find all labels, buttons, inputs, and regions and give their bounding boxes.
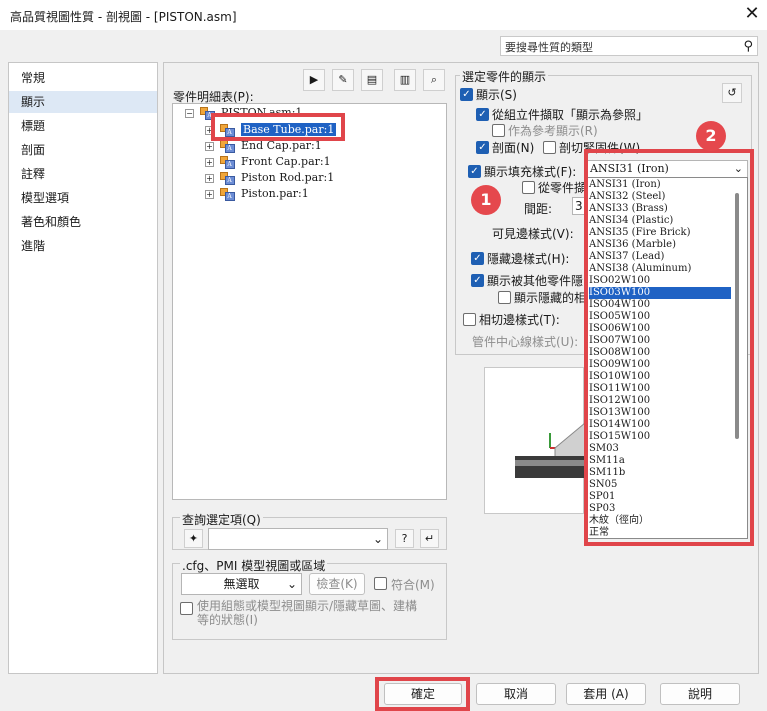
highlight-box-dropdown	[584, 149, 754, 546]
highlight-box-ok	[375, 677, 470, 711]
run-query-icon[interactable]: ↵	[420, 529, 439, 548]
chevron-down-icon: ⌄	[286, 577, 297, 591]
nav-item-general[interactable]: 常規	[21, 69, 45, 86]
state-label: 使用組態或模型視圖顯示/隱藏草圖、建構等的狀態(I)	[197, 599, 418, 627]
tree-row-part[interactable]: + A Front Cap.par:1	[205, 155, 331, 171]
nav-item-section[interactable]: 剖面	[21, 141, 45, 158]
tree-row-part[interactable]: + A Piston.par:1	[205, 187, 309, 203]
nav-item-display[interactable]: 顯示	[9, 91, 157, 113]
show-label: 顯示(S)	[476, 88, 517, 102]
check-button[interactable]: 檢查(K)	[309, 573, 365, 595]
part-icon: A	[219, 155, 236, 169]
match-label: 符合(M)	[391, 578, 435, 592]
tree-part-label: Piston.par:1	[241, 187, 309, 200]
section-label: 剖面(N)	[492, 141, 535, 155]
part-preview-image	[515, 421, 586, 478]
preview-pane	[484, 367, 586, 514]
show-checkbox[interactable]: ✓	[460, 87, 473, 101]
spacing-value: 3	[575, 199, 583, 213]
part-icon: A	[219, 139, 236, 153]
hidden-by-others-label: 顯示被其他零件隱	[487, 274, 584, 288]
add-query-icon[interactable]: ✦	[184, 529, 203, 548]
category-nav: 常規 顯示 標題 剖面 註釋 模型選項 著色和顏色 進階	[8, 62, 158, 674]
reset-icon[interactable]: ↺	[722, 83, 742, 103]
properties-icon[interactable]: ▤	[361, 69, 383, 91]
parts-tree[interactable]: − A PISTON.asm:1 + A Base Tube.par:1 + A…	[172, 103, 447, 500]
property-search-input[interactable]: 要搜尋性質的類型 ⚲	[500, 36, 758, 56]
hidden-edge-checkbox[interactable]: ✓	[471, 251, 484, 265]
visible-edge-label: 可見邊樣式(V):	[492, 227, 574, 241]
cancel-button[interactable]: 取消	[476, 683, 556, 705]
cfg-select[interactable]: 無選取 ⌄	[181, 573, 302, 595]
expand-icon[interactable]: +	[205, 173, 214, 183]
expand-icon[interactable]: +	[205, 141, 214, 151]
close-icon[interactable]: ✕	[742, 4, 762, 24]
part-icon: A	[219, 171, 236, 185]
nav-item-caption[interactable]: 標題	[21, 117, 45, 134]
nav-item-shading-colors[interactable]: 著色和顏色	[21, 213, 81, 230]
hidden-edge-label: 隱藏邊樣式(H):	[487, 252, 570, 266]
columns-icon[interactable]: ▥	[394, 69, 416, 91]
from-part-checkbox[interactable]	[522, 180, 535, 194]
cfg-label: .cfg、PMI 模型視圖或區域	[180, 557, 328, 574]
help-button[interactable]: 說明	[660, 683, 740, 705]
window-title: 高品質視圖性質 - 剖視圖 - [PISTON.asm]	[10, 10, 237, 24]
tree-row-part[interactable]: + A Piston Rod.par:1	[205, 171, 334, 187]
nav-item-annotation[interactable]: 註釋	[21, 165, 45, 182]
state-checkbox[interactable]	[180, 601, 193, 615]
from-assembly-checkbox[interactable]: ✓	[476, 107, 489, 121]
find-icon[interactable]: ⌕	[423, 69, 445, 91]
tube-centerline-label: 管件中心線樣式(U):	[472, 335, 579, 349]
help-icon[interactable]: ?	[395, 529, 414, 548]
collapse-icon[interactable]: −	[185, 108, 194, 118]
show-hidden-checkbox[interactable]	[498, 290, 511, 304]
apply-button[interactable]: 套用 (A)	[566, 683, 646, 705]
nav-item-advanced[interactable]: 進階	[21, 237, 45, 254]
step-badge-1: 1	[471, 185, 501, 215]
display-group-label: 選定零件的顯示	[460, 68, 549, 85]
as-reference-checkbox[interactable]	[492, 123, 505, 137]
search-icon[interactable]: ⚲	[743, 39, 753, 54]
nav-item-model-options[interactable]: 模型選項	[21, 189, 69, 206]
section-checkbox[interactable]: ✓	[476, 140, 489, 154]
search-placeholder: 要搜尋性質的類型	[505, 41, 593, 54]
select-parts-icon[interactable]: ▶	[303, 69, 325, 91]
show-hidden-label: 顯示隱藏的相	[514, 291, 587, 305]
hidden-by-others-checkbox[interactable]: ✓	[471, 273, 484, 287]
cfg-select-value: 無選取	[223, 577, 260, 591]
spacing-label: 間距:	[524, 202, 553, 216]
expand-icon[interactable]: +	[205, 157, 214, 167]
fill-style-label: 顯示填充樣式(F):	[484, 165, 577, 179]
section-fasteners-checkbox[interactable]	[543, 140, 556, 154]
tangent-edge-label: 相切邊樣式(T):	[479, 313, 560, 327]
step-badge-2: 2	[696, 121, 726, 151]
tangent-edge-checkbox[interactable]	[463, 312, 476, 326]
from-part-label: 從零件擷	[538, 181, 587, 195]
part-icon: A	[219, 187, 236, 201]
chevron-down-icon: ⌄	[372, 532, 383, 546]
tree-part-label: Piston Rod.par:1	[241, 171, 335, 184]
tree-row-part[interactable]: + A End Cap.par:1	[205, 139, 322, 155]
query-select[interactable]: ⌄	[208, 528, 388, 550]
color-brush-icon[interactable]: ✎	[332, 69, 354, 91]
match-checkbox[interactable]	[374, 576, 387, 590]
highlight-box-base-tube	[211, 113, 345, 141]
from-assembly-label: 從組立件擷取「顯示為參照」	[492, 108, 649, 122]
query-label: 查詢選定項(Q)	[180, 511, 263, 528]
tree-part-label: Front Cap.par:1	[241, 155, 331, 168]
title-bar: 高品質視圖性質 - 剖視圖 - [PISTON.asm] ✕	[0, 0, 767, 30]
as-reference-label: 作為參考顯示(R)	[508, 124, 598, 138]
expand-icon[interactable]: +	[205, 189, 214, 199]
fill-style-checkbox[interactable]: ✓	[468, 164, 481, 178]
